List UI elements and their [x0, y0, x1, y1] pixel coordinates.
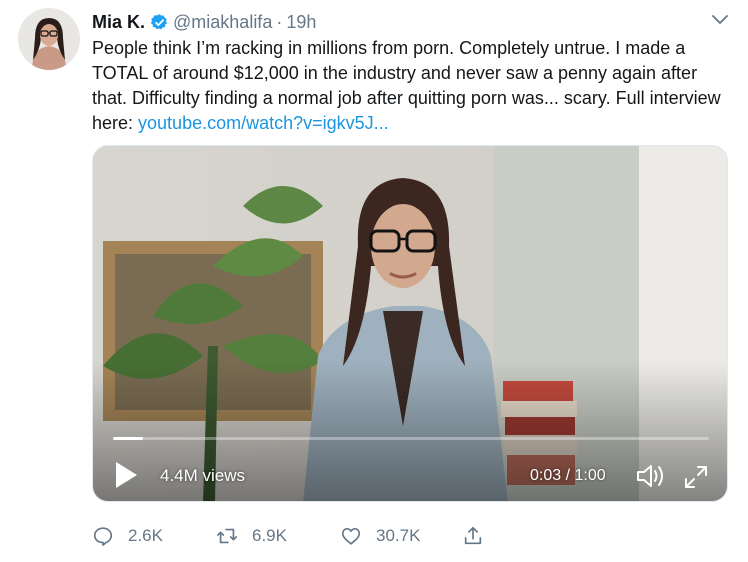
share-button[interactable] — [462, 522, 484, 550]
retweet-count: 6.9K — [252, 526, 287, 545]
like-icon — [341, 528, 361, 545]
tweet-timestamp[interactable]: 19h — [286, 12, 316, 33]
tweet-link[interactable]: youtube.com/watch?v=igkv5J... — [138, 113, 389, 133]
expand-icon[interactable] — [683, 464, 709, 490]
chevron-down-icon[interactable] — [710, 12, 730, 28]
like-count: 30.7K — [376, 526, 421, 545]
video-progress-fill — [113, 437, 143, 440]
play-icon[interactable] — [113, 460, 139, 490]
tweet-actions: 2.6K 6.9K 30.7K — [92, 522, 732, 550]
volume-icon[interactable] — [635, 462, 667, 490]
user-handle[interactable]: @miakhalifa — [173, 12, 272, 33]
video-time-readout: 0:03 / 1:00 — [530, 467, 606, 484]
reply-icon — [93, 527, 113, 546]
video-frame — [93, 146, 727, 501]
video-progress-bar[interactable] — [113, 437, 709, 440]
verified-badge-icon — [150, 13, 168, 29]
tweet-text: People think I’m racking in millions fro… — [92, 36, 732, 136]
tweet[interactable]: Mia K. @miakhalifa · 19h People think I’… — [0, 0, 748, 562]
tweet-header: Mia K. @miakhalifa · 19h — [92, 10, 316, 34]
header-separator: · — [276, 11, 283, 32]
display-name[interactable]: Mia K. — [92, 12, 145, 33]
retweet-icon — [217, 528, 237, 544]
reply-button[interactable]: 2.6K — [92, 522, 163, 550]
share-icon — [464, 526, 482, 545]
avatar[interactable] — [18, 8, 80, 70]
like-button[interactable]: 30.7K — [340, 522, 420, 550]
retweet-button[interactable]: 6.9K — [216, 522, 287, 550]
view-count: 4.4M views — [160, 466, 246, 485]
video-player[interactable]: 4.4M views 0:03 / 1:00 — [92, 145, 728, 502]
reply-count: 2.6K — [128, 526, 163, 545]
